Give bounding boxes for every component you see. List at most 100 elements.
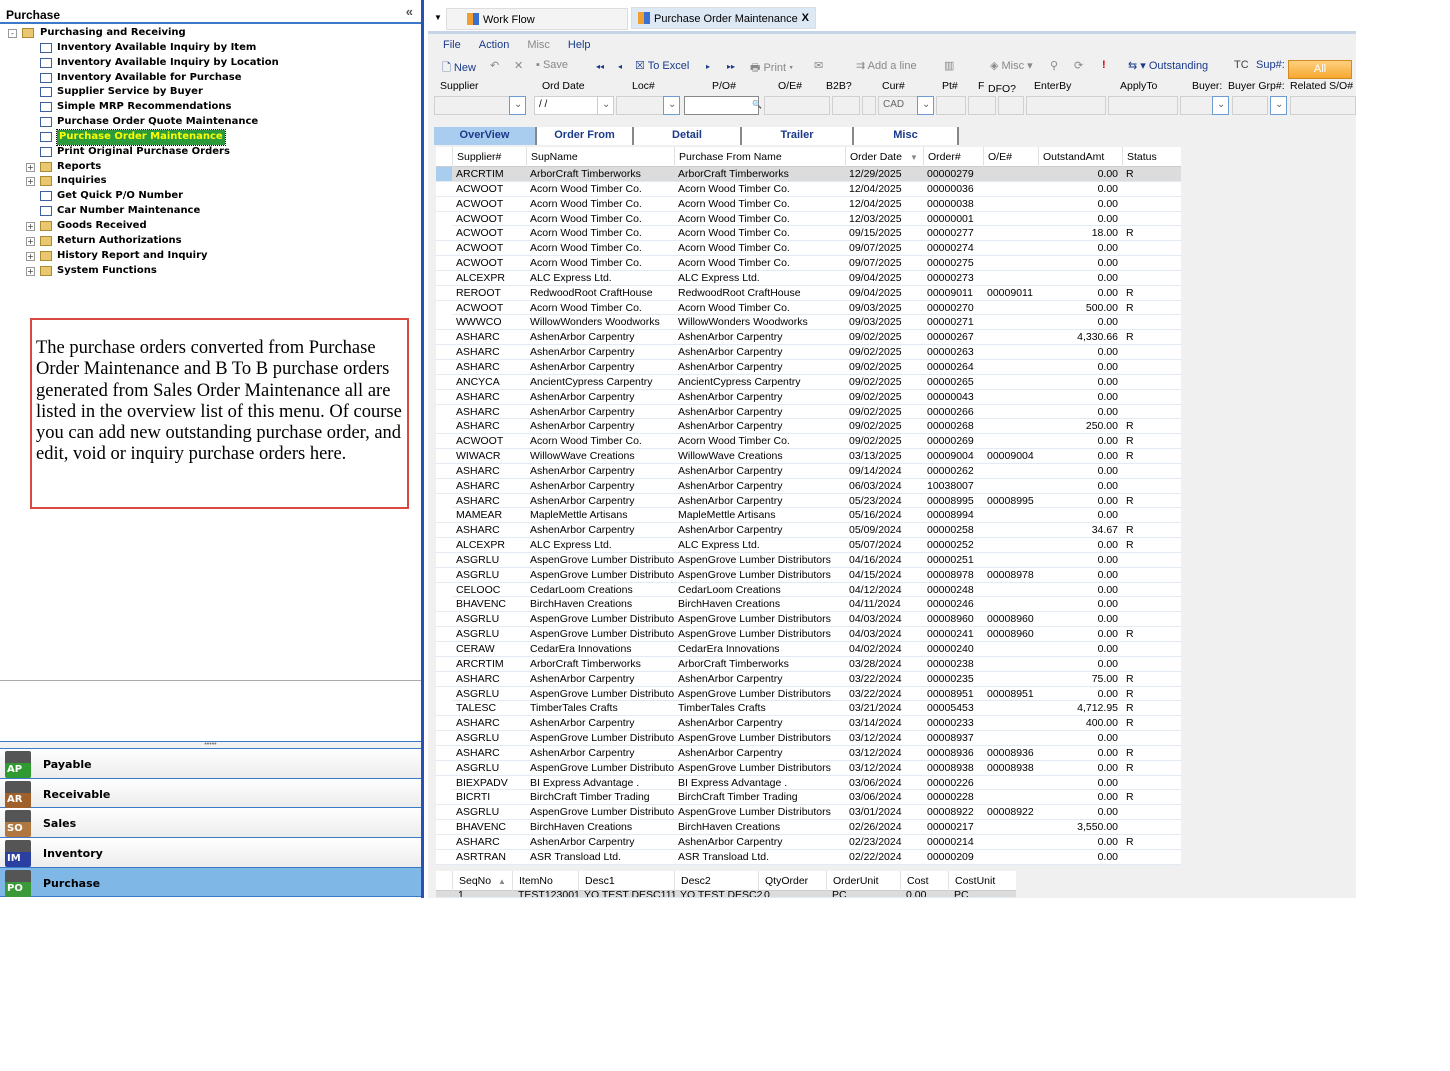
currency-dropdown[interactable]: ⌄ [917,96,934,115]
tree-item[interactable]: + Inquiries [0,174,421,189]
row-indicator[interactable] [436,805,452,820]
table-row[interactable]: ACWOOT Acorn Wood Timber Co. Acorn Wood Ti… [436,181,1181,197]
expand-node-icon[interactable]: + [26,221,35,231]
next-record-icon[interactable]: ▸ [706,62,710,71]
table-row[interactable]: ALCEXPR ALC Express Ltd. ALC Express Ltd. 0… [436,538,1181,553]
collapse-node-icon[interactable]: - [8,29,17,38]
tree-item[interactable]: Inventory Available Inquiry by Item [0,41,421,56]
oe-input[interactable] [764,96,830,115]
table-row[interactable]: ACWOOT Acorn Wood Timber Co. Acorn Wood Ti… [436,434,1181,450]
add-line-button[interactable]: ⇉ Add a line [856,59,917,72]
table-row[interactable]: BHAVENC BirchHaven Creations BirchHaven Cr… [436,820,1181,835]
close-tab-icon[interactable]: X [802,12,809,24]
misc-button[interactable]: ◈ Misc ▾ [990,59,1033,72]
row-indicator[interactable] [436,582,452,597]
column-header[interactable]: Cost [900,871,948,891]
column-header[interactable]: Status [1122,147,1180,167]
row-indicator[interactable] [436,419,452,434]
row-indicator[interactable] [436,211,452,226]
column-header[interactable]: Desc2 [674,871,758,891]
tree-item[interactable]: + Return Authorizations [0,234,421,249]
row-indicator[interactable] [436,716,452,731]
table-row[interactable]: ACWOOT Acorn Wood Timber Co. Acorn Wood Ti… [436,196,1181,212]
ord-date-dropdown[interactable]: ⌄ [597,96,614,115]
module-inventory[interactable]: IM Inventory [0,838,421,868]
row-indicator[interactable] [436,359,452,374]
new-button[interactable]: 🗋 New [442,59,476,78]
table-row[interactable]: ASGRLU AspenGrove Lumber Distributors Aspe… [436,567,1181,583]
table-row[interactable]: ARCRTIM ArborCraft Timberworks ArborCraft … [436,656,1181,672]
table-row[interactable]: ASHARC AshenArbor Carpentry AshenArbor Car… [436,404,1181,420]
column-header[interactable]: OrderUnit [826,871,900,891]
row-indicator[interactable] [436,775,452,790]
tree-item[interactable]: + System Functions [0,264,421,279]
table-row[interactable]: ASHARC AshenArbor Carpentry AshenArbor Car… [436,419,1181,435]
row-indicator[interactable] [436,270,452,285]
related-so-input[interactable] [1290,96,1356,115]
column-header[interactable]: Desc1 [578,871,674,891]
row-indicator[interactable] [436,241,452,256]
undo-icon[interactable]: ↶ [490,59,499,72]
splitter-handle[interactable]: ••••• [0,741,421,749]
table-row[interactable]: ASHARC AshenArbor Carpentry AshenArbor Car… [436,463,1181,479]
menu-action[interactable]: Action [479,39,510,51]
row-indicator[interactable] [436,226,452,241]
last-record-icon[interactable]: ▸▸ [727,62,735,71]
tree-item[interactable]: Print Original Purchase Orders [0,145,421,160]
tab-order-from[interactable]: Order From [537,127,634,145]
tree-item[interactable]: Supplier Service by Buyer [0,85,421,100]
f-input[interactable] [968,96,996,115]
copy-icon[interactable]: ▥ [944,59,954,72]
module-sales[interactable]: SO Sales [0,808,421,839]
table-row[interactable]: ACWOOT Acorn Wood Timber Co. Acorn Wood Ti… [436,241,1181,257]
row-indicator[interactable] [436,463,452,478]
table-row[interactable]: ASGRLU AspenGrove Lumber Distributors Aspe… [436,805,1181,821]
prev-record-icon[interactable]: ◂ [618,62,622,71]
currency-input[interactable]: CAD [878,96,918,115]
table-row[interactable]: CERAW CedarEra Innovations CedarEra Innova… [436,642,1181,657]
menu-misc[interactable]: Misc [527,39,550,51]
column-header[interactable]: Order# [923,147,983,167]
column-header[interactable]: OutstandAmt [1038,147,1122,167]
tab-detail[interactable]: Detail [634,127,742,145]
row-indicator[interactable] [436,612,452,627]
table-row[interactable]: ARCRTIM ArborCraft Timberworks ArborCraft … [436,167,1181,182]
tree-item[interactable]: + Goods Received [0,219,421,234]
table-row[interactable]: ASGRLU AspenGrove Lumber Distributors Aspe… [436,627,1181,642]
column-header[interactable]: QtyOrder [758,871,826,891]
row-indicator[interactable] [436,834,452,849]
outstanding-button[interactable]: ⇆ ▾ Outstanding [1128,59,1208,72]
alert-icon[interactable]: ! [1102,59,1106,71]
table-row[interactable]: ASHARC AshenArbor Carpentry AshenArbor Car… [436,523,1181,539]
row-indicator[interactable] [436,181,452,196]
table-row[interactable]: ACWOOT Acorn Wood Timber Co. Acorn Wood Ti… [436,211,1181,227]
table-row[interactable]: ASHARC AshenArbor Carpentry AshenArbor Car… [436,330,1181,346]
row-indicator[interactable] [436,731,452,746]
loc-dropdown[interactable]: ⌄ [663,96,680,115]
table-row[interactable]: ASHARC AshenArbor Carpentry AshenArbor Car… [436,359,1181,375]
table-row[interactable]: ASGRLU AspenGrove Lumber Distributors Aspe… [436,552,1181,568]
buyer-group-dropdown[interactable]: ⌄ [1270,96,1287,115]
row-indicator[interactable] [436,671,452,686]
row-indicator[interactable] [436,538,452,553]
tab-purchase-order-maintenance[interactable]: Purchase Order Maintenance X [631,7,816,29]
refresh-icon[interactable]: ⟳ [1074,59,1083,72]
table-row[interactable]: ASHARC AshenArbor Carpentry AshenArbor Car… [436,493,1181,509]
table-row[interactable]: WIWACR WillowWave Creations WillowWave Cre… [436,449,1181,464]
row-indicator[interactable] [436,434,452,449]
row-indicator[interactable] [436,790,452,805]
row-indicator[interactable] [436,330,452,345]
menu-help[interactable]: Help [568,39,591,51]
ord-date-input[interactable]: / / [534,96,600,115]
collapse-icon[interactable]: « [406,4,413,19]
table-row[interactable]: BICRTI BirchCraft Timber Trading BirchCraf… [436,790,1181,806]
enterby-input[interactable] [1026,96,1106,115]
table-row[interactable]: MAMEAR MapleMettle Artisans MapleMettle Ar… [436,508,1181,524]
first-record-icon[interactable]: ◂◂ [596,62,604,71]
table-row[interactable]: ASHARC AshenArbor Carpentry AshenArbor Car… [436,478,1181,494]
expand-node-icon[interactable]: + [26,177,35,187]
row-indicator[interactable] [436,701,452,716]
link-icon[interactable]: ⚲ [1050,59,1058,72]
buyer-dropdown[interactable]: ⌄ [1212,96,1229,115]
table-row[interactable]: CELOOC CedarLoom Creations CedarLoom Creat… [436,582,1181,598]
